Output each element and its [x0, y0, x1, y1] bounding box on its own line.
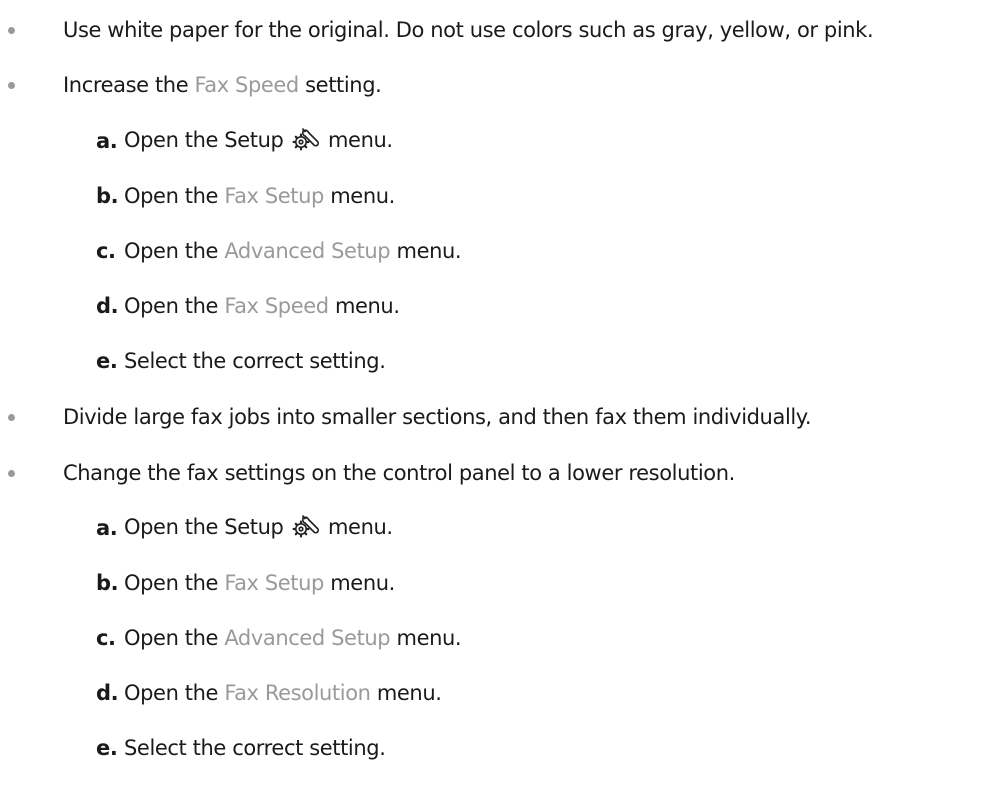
ui-term-fax-setup: Fax Setup	[224, 571, 324, 595]
step-letter: a.	[96, 129, 118, 153]
step-text: Select the correct setting.	[124, 736, 386, 760]
step-text: Open the Advanced Setup menu.	[124, 239, 462, 263]
wrench-gear-icon	[292, 515, 319, 538]
step-text: Open the Advanced Setup menu.	[124, 626, 462, 650]
step-letter: c.	[96, 626, 116, 650]
bullet-text: Use white paper for the original. Do not…	[63, 18, 874, 42]
ui-term-fax-speed: Fax Speed	[194, 73, 300, 97]
ui-term-advanced-setup: Advanced Setup	[224, 239, 391, 263]
step-letter: e.	[96, 349, 118, 373]
step-letter: c.	[96, 239, 116, 263]
bullet-text: Change the fax settings on the control p…	[63, 461, 735, 485]
ui-term-advanced-setup: Advanced Setup	[224, 626, 391, 650]
step-letter: b.	[96, 571, 119, 595]
bullet-marker	[8, 82, 15, 89]
step-text: Open the Setup menu.	[124, 515, 393, 539]
bullet-text: Divide large fax jobs into smaller secti…	[63, 405, 812, 429]
step-letter: d.	[96, 294, 119, 318]
step-text: Open the Fax Setup menu.	[124, 571, 395, 595]
ui-term-fax-setup: Fax Setup	[224, 184, 324, 208]
ui-term-fax-speed: Fax Speed	[224, 294, 329, 318]
step-text: Open the Fax Resolution menu.	[124, 681, 442, 705]
step-text: Open the Setup menu.	[124, 128, 393, 152]
bullet-marker	[8, 414, 15, 421]
step-letter: a.	[96, 516, 118, 540]
step-text: Open the Fax Speed menu.	[124, 294, 400, 318]
step-letter: d.	[96, 681, 119, 705]
bullet-text: Increase the Fax Speed setting.	[63, 73, 382, 97]
wrench-gear-icon	[292, 128, 319, 151]
bullet-marker	[8, 470, 15, 477]
bullet-marker	[8, 27, 15, 34]
ui-term-fax-resolution: Fax Resolution	[224, 681, 371, 705]
step-letter: e.	[96, 736, 118, 760]
step-text: Open the Fax Setup menu.	[124, 184, 395, 208]
step-text: Select the correct setting.	[124, 349, 386, 373]
step-letter: b.	[96, 184, 119, 208]
